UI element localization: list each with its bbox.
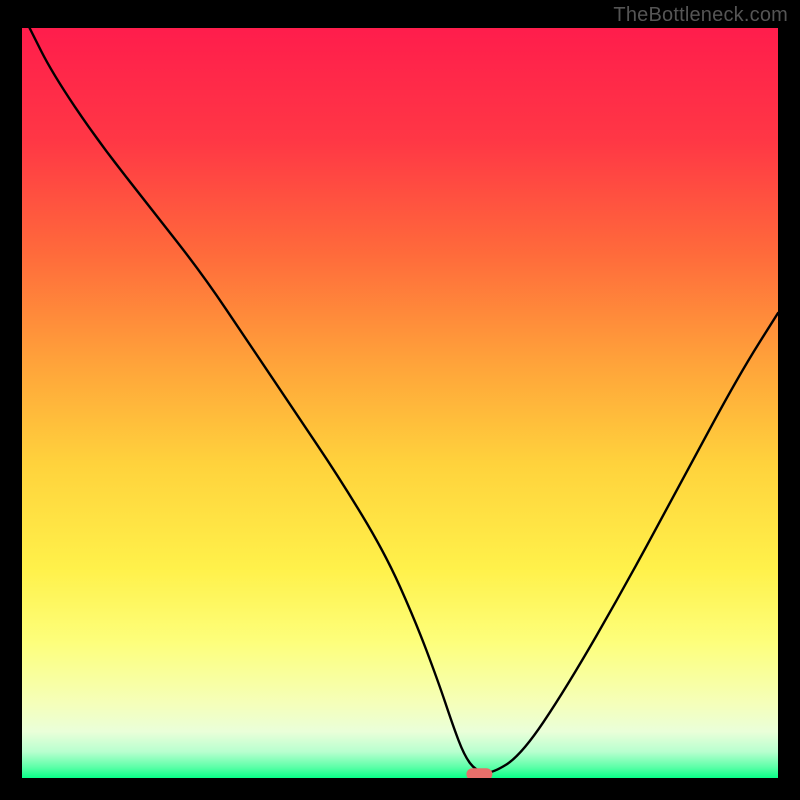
chart-container: TheBottleneck.com	[0, 0, 800, 800]
chart-svg	[22, 28, 778, 778]
watermark-text: TheBottleneck.com	[613, 4, 788, 27]
gradient-background	[22, 28, 778, 778]
optimal-point-marker	[466, 768, 492, 778]
plot-area	[22, 28, 778, 778]
